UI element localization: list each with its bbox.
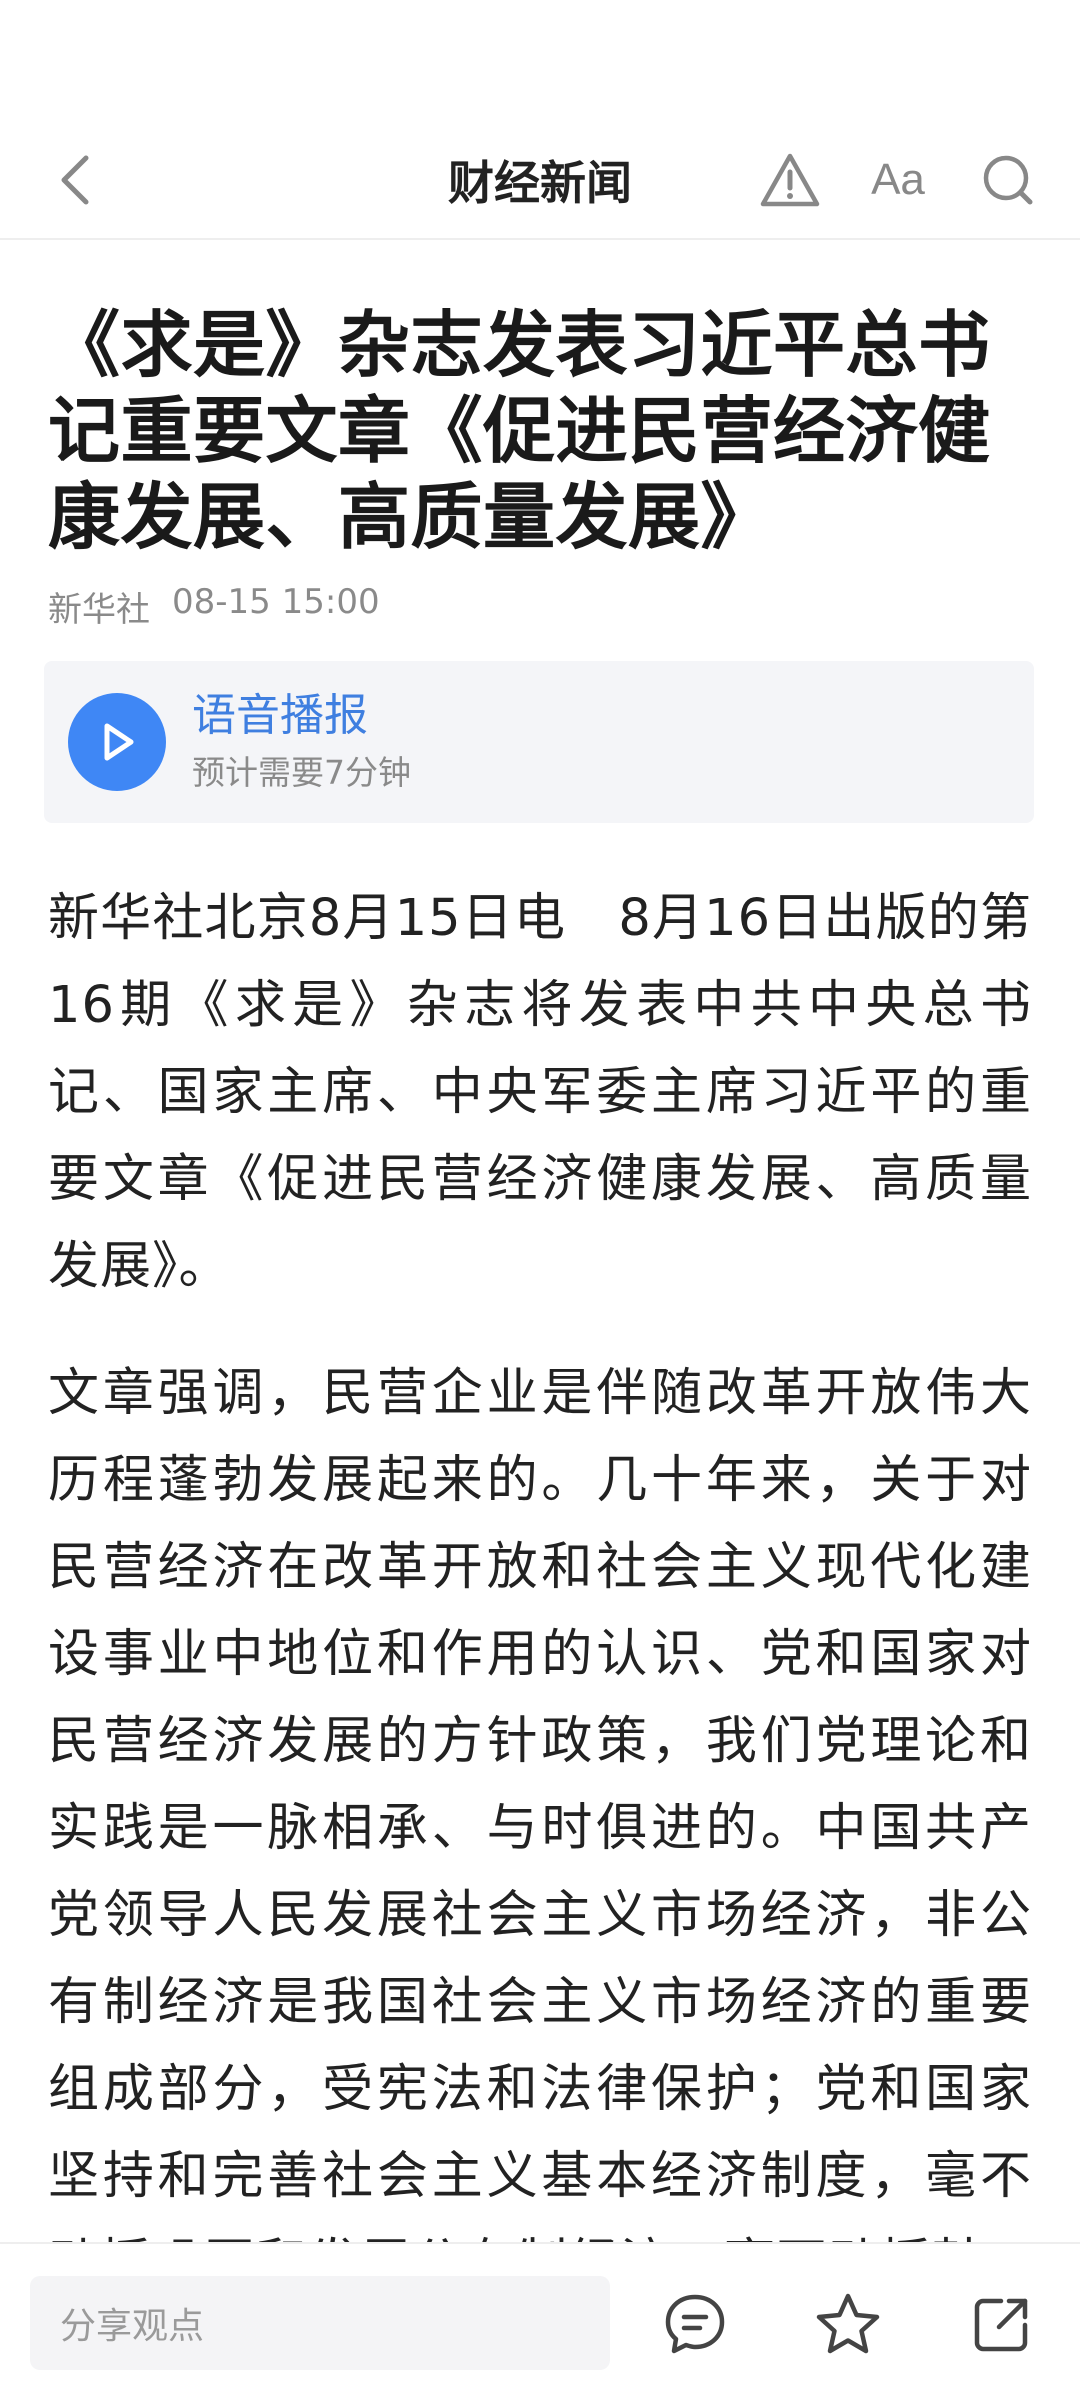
font-size-icon: Aa — [871, 155, 925, 204]
comment-placeholder: 分享观点 — [60, 2306, 205, 2347]
report-button[interactable] — [754, 144, 826, 216]
favorite-button[interactable] — [808, 2284, 888, 2364]
star-icon — [816, 2293, 880, 2354]
header: 财经新闻 Aa — [0, 120, 1080, 240]
warning-icon — [760, 153, 820, 207]
audio-duration: 预计需要7分钟 — [192, 753, 411, 792]
article-source: 新华社 — [48, 590, 150, 630]
audio-broadcast-card[interactable]: 语音播报 预计需要7分钟 — [44, 661, 1034, 823]
comment-icon — [665, 2294, 725, 2354]
audio-text: 语音播报 预计需要7分钟 — [192, 688, 411, 796]
article-time: 08-15 15:00 — [172, 582, 380, 622]
search-icon — [983, 155, 1033, 205]
article-paragraph: 新华社北京8月15日电 8月16日出版的第16期《求是》杂志将发表中共中央总书记… — [48, 889, 1032, 1296]
article-paragraph: 文章强调，民营企业是伴随改革开放伟大历程蓬勃发展起来的。几十年来，关于对民营经济… — [48, 1364, 1032, 2293]
comments-button[interactable] — [655, 2284, 735, 2364]
article-title: 《求是》杂志发表习近平总书记重要文章《促进民营经济健康发展、高质量发展》 — [48, 303, 991, 559]
comment-input[interactable]: 分享观点 — [30, 2276, 610, 2370]
play-icon — [104, 723, 134, 761]
bottom-bar: 分享观点 — [0, 2242, 1080, 2400]
audio-title: 语音播报 — [192, 690, 368, 741]
chevron-left-icon — [61, 155, 89, 205]
play-button[interactable] — [68, 693, 166, 791]
font-size-button[interactable]: Aa — [862, 144, 934, 216]
back-button[interactable] — [40, 144, 112, 216]
status-bar — [0, 0, 1080, 120]
share-button[interactable] — [962, 2284, 1042, 2364]
article-content: 《求是》杂志发表习近平总书记重要文章《促进民营经济健康发展、高质量发展》 新华社… — [44, 240, 1034, 2307]
share-icon — [974, 2298, 1028, 2352]
search-button[interactable] — [972, 144, 1044, 216]
article-meta: 新华社 08-15 15:00 — [48, 582, 1032, 631]
